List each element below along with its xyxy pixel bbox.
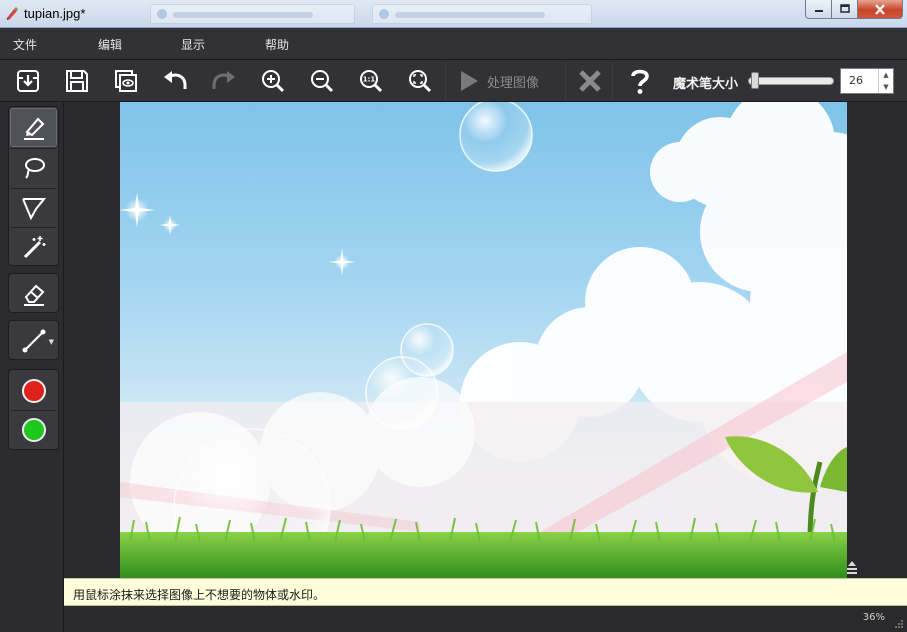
cancel-button[interactable] bbox=[573, 64, 607, 98]
eraser-icon bbox=[21, 281, 47, 307]
window-controls bbox=[805, 0, 903, 20]
zoom-in-button[interactable] bbox=[256, 64, 290, 98]
maximize-icon bbox=[840, 4, 850, 14]
polygon-lasso-tool[interactable] bbox=[10, 188, 57, 227]
play-icon bbox=[455, 68, 481, 94]
save-icon bbox=[64, 68, 90, 94]
actual-size-text: 1:1 bbox=[363, 76, 376, 84]
resize-grip-icon[interactable] bbox=[894, 619, 904, 629]
red-color-button[interactable] bbox=[10, 371, 57, 410]
canvas-area[interactable] bbox=[64, 102, 907, 578]
zoom-out-icon bbox=[309, 68, 335, 94]
magic-wand-tool[interactable] bbox=[10, 227, 57, 266]
menu-help[interactable]: 帮助 bbox=[265, 36, 289, 53]
brush-size-slider-thumb[interactable] bbox=[751, 72, 759, 89]
undo-button[interactable] bbox=[158, 64, 192, 98]
minimize-button[interactable] bbox=[805, 0, 832, 19]
app-window: tupian.jpg* 文件 编辑 显示 帮助 bbox=[0, 0, 907, 632]
x-icon bbox=[577, 68, 603, 94]
edited-image[interactable] bbox=[120, 102, 847, 578]
image-content bbox=[120, 102, 847, 578]
title-bar: tupian.jpg* bbox=[0, 0, 907, 28]
window-title: tupian.jpg* bbox=[24, 6, 85, 21]
line-tool-dropdown-icon[interactable]: ▼ bbox=[49, 338, 54, 346]
lasso-tool[interactable] bbox=[10, 148, 57, 187]
maximize-button[interactable] bbox=[832, 0, 858, 19]
red-color-swatch bbox=[22, 379, 46, 403]
brush-size-slider[interactable] bbox=[748, 77, 834, 85]
selection-tool-group bbox=[8, 106, 59, 266]
preview-icon bbox=[113, 68, 139, 94]
close-icon bbox=[874, 4, 886, 15]
hint-text: 用鼠标涂抹来选择图像上不想要的物体或水印。 bbox=[73, 586, 325, 603]
color-group bbox=[8, 369, 59, 450]
menu-bar: 文件 编辑 显示 帮助 bbox=[0, 28, 907, 60]
spin-arrows: ▲ ▼ bbox=[878, 69, 893, 93]
app-icon bbox=[5, 6, 19, 20]
minimize-icon bbox=[814, 4, 824, 14]
toolbar-separator bbox=[612, 62, 613, 100]
line-icon bbox=[21, 328, 47, 354]
lasso-icon bbox=[21, 155, 47, 181]
zoom-in-icon bbox=[260, 68, 286, 94]
undo-icon bbox=[161, 68, 189, 94]
help-button[interactable] bbox=[623, 64, 657, 98]
toolbar-separator bbox=[445, 62, 446, 100]
green-color-swatch bbox=[22, 418, 46, 442]
zoom-out-button[interactable] bbox=[305, 64, 339, 98]
marker-icon bbox=[21, 115, 47, 141]
tool-panel: ▼ bbox=[0, 102, 64, 632]
process-image-button[interactable]: 处理图像 bbox=[455, 64, 560, 98]
brush-size-spinbox[interactable]: 26 ▲ ▼ bbox=[840, 68, 894, 94]
eraser-tool[interactable] bbox=[10, 274, 57, 313]
preview-button[interactable] bbox=[109, 64, 143, 98]
line-tool[interactable]: ▼ bbox=[10, 321, 57, 360]
spin-up-button[interactable]: ▲ bbox=[879, 69, 893, 81]
zoom-level: 36% bbox=[863, 612, 885, 623]
redo-button[interactable] bbox=[207, 64, 241, 98]
save-button[interactable] bbox=[60, 64, 94, 98]
fit-screen-button[interactable] bbox=[403, 64, 437, 98]
actual-size-icon: 1:1 bbox=[358, 68, 384, 94]
eraser-tool-group bbox=[8, 273, 59, 313]
background-tab[interactable] bbox=[150, 4, 355, 24]
open-button[interactable] bbox=[11, 64, 45, 98]
actual-size-button[interactable]: 1:1 bbox=[354, 64, 388, 98]
menu-edit[interactable]: 编辑 bbox=[98, 36, 122, 53]
spin-down-button[interactable]: ▼ bbox=[879, 81, 893, 93]
magic-marker-tool[interactable] bbox=[10, 108, 57, 147]
fit-screen-icon bbox=[407, 68, 433, 94]
line-tool-group: ▼ bbox=[8, 320, 59, 360]
brush-size-label: 魔术笔大小 bbox=[673, 73, 738, 92]
brush-size-value[interactable]: 26 bbox=[849, 74, 863, 87]
menu-file[interactable]: 文件 bbox=[13, 36, 37, 53]
menu-view[interactable]: 显示 bbox=[181, 36, 205, 53]
redo-icon bbox=[210, 68, 238, 94]
toolbar-separator bbox=[565, 62, 566, 100]
pan-icon bbox=[843, 560, 861, 578]
process-image-label: 处理图像 bbox=[487, 72, 539, 91]
polygon-lasso-icon bbox=[20, 195, 48, 221]
status-bar: 36% bbox=[64, 606, 907, 632]
magic-wand-icon bbox=[21, 234, 47, 260]
green-color-button[interactable] bbox=[10, 410, 57, 449]
background-tab[interactable] bbox=[372, 4, 592, 24]
open-icon bbox=[15, 68, 41, 94]
hint-bar: 用鼠标涂抹来选择图像上不想要的物体或水印。 bbox=[64, 578, 907, 606]
help-icon bbox=[627, 67, 653, 95]
close-button[interactable] bbox=[858, 0, 903, 19]
